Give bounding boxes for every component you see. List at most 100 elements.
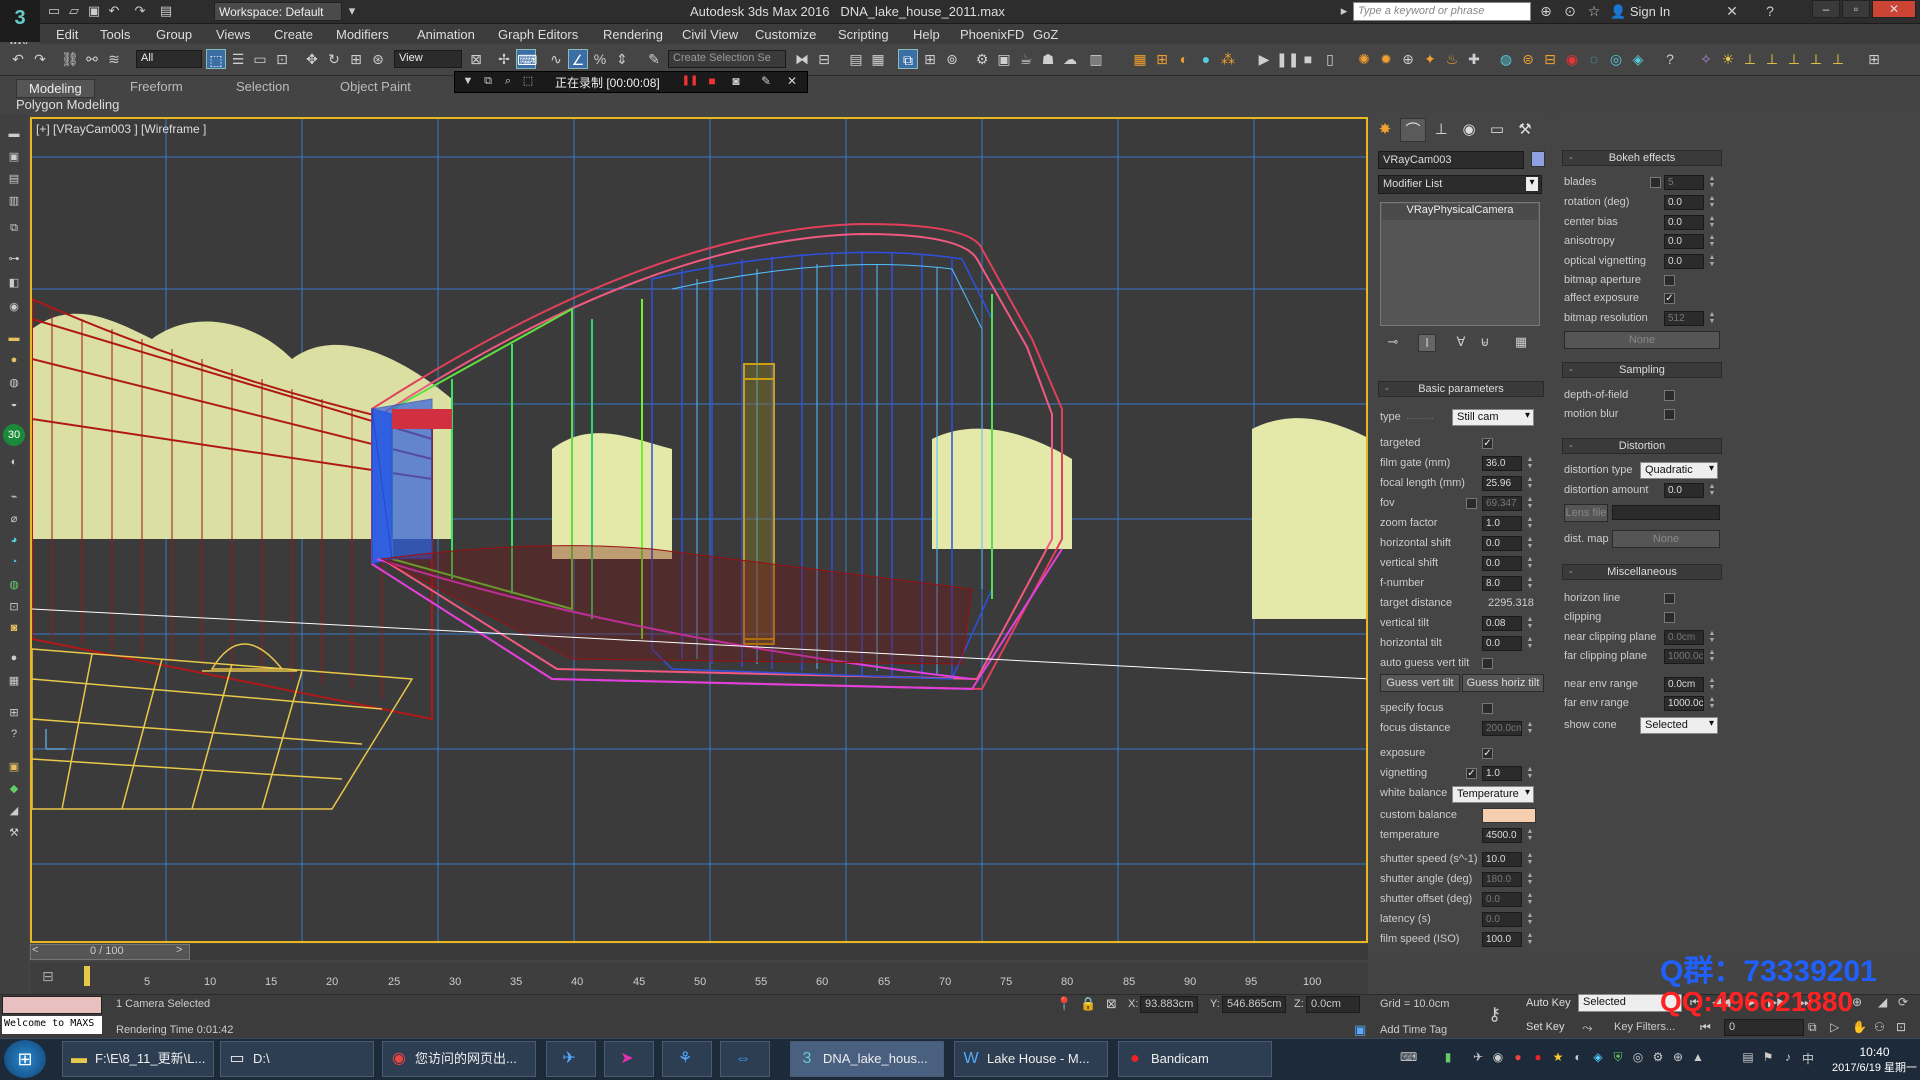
phoenix-source-icon[interactable]: ⊕ [1398,49,1418,69]
phoenix-fire-icon[interactable]: ✺ [1354,49,1374,69]
horizontal-tilt-input[interactable]: 0.0 [1482,636,1522,651]
distortion-rollout[interactable]: - Distortion [1562,438,1722,454]
tray-security-icon[interactable]: ⛨ [1610,1050,1626,1066]
phoenix-flame-icon[interactable]: ♨ [1442,49,1462,69]
blades-checkbox[interactable] [1650,177,1661,188]
menu-group[interactable]: Group [156,27,192,42]
viewport-camera[interactable] [30,117,1368,943]
z-coord-field[interactable]: 0.0cm [1306,996,1360,1013]
display-tab-icon[interactable]: ▭ [1484,118,1510,142]
field-of-view-icon[interactable]: ◢ [1878,995,1887,1009]
dolly-icon[interactable]: ▷ [1830,1020,1839,1034]
modifier-stack[interactable] [1380,202,1540,326]
shutter-angle-spinner[interactable]: ▲ ▼ [1526,872,1534,887]
task-3dsmax[interactable]: 3 DNA_lake_hous... [790,1041,944,1077]
zoom-extents-icon[interactable]: ⊕ [1852,995,1862,1009]
percent-snap-icon[interactable]: % [590,49,610,69]
menu-views[interactable]: Views [216,27,250,42]
far-clipping-input[interactable]: 1000.0c [1664,649,1704,664]
bitmap-resolution-input[interactable]: 512 [1664,311,1704,326]
key-filters-button[interactable]: Key Filters... [1614,1021,1675,1033]
vray-plane-icon[interactable]: ⊟ [1540,49,1560,69]
menu-phoenixfd[interactable]: PhoenixFD [960,27,1024,42]
subscription-icon[interactable]: ⊙ [1560,2,1580,21]
align-icon[interactable]: ⊟ [814,49,834,69]
strip-icon-18[interactable]: ◔ [5,556,23,572]
schematic-view-icon[interactable]: ⊞ [920,49,940,69]
current-frame-field[interactable]: 0 [1724,1019,1804,1036]
maximize-viewport-icon[interactable]: ⊡ [1896,1020,1906,1034]
menu-civil-view[interactable]: Civil View [682,27,738,42]
tray-app-3-icon[interactable]: ● [1510,1050,1526,1066]
clear-icon[interactable]: ▯ [1320,49,1340,69]
reference-coord-dropdown[interactable]: View [394,50,462,68]
strip-icon-28[interactable]: ◢ [5,804,23,820]
utilities-tab-icon[interactable]: ⚒ [1512,118,1538,142]
vray-fur-icon[interactable]: ⊜ [1518,49,1538,69]
add-time-tag[interactable]: Add Time Tag [1380,1024,1447,1036]
distortion-amount-spinner[interactable]: ▲ ▼ [1708,483,1716,498]
task-explorer-2[interactable]: ▭ D:\ [220,1041,374,1077]
vignetting-input[interactable]: 1.0 [1482,766,1522,781]
task-browser[interactable]: ◉ 您访问的网页出... [382,1041,536,1077]
fov-spinner[interactable]: ▲ ▼ [1526,496,1534,511]
recorder-pause-icon[interactable]: ❚❚ [680,71,700,91]
strip-icon-19[interactable]: ◍ [5,578,23,594]
f-number-input[interactable]: 8.0 [1482,576,1522,591]
toggle-ribbon-icon[interactable]: ▦ [868,49,888,69]
new-file-icon[interactable]: ▭ [46,3,62,19]
strip-icon-26[interactable]: ▣ [5,760,23,776]
tab-selection[interactable]: Selection [236,79,289,94]
vertical-shift-spinner[interactable]: ▲ ▼ [1526,556,1534,571]
horizon-line-checkbox[interactable] [1664,593,1675,604]
stack-item-vrayphysicalcamera[interactable]: VRayPhysicalCamera [1382,204,1538,220]
focal-length-input[interactable]: 25.96 [1482,476,1522,491]
recorder-camera-icon[interactable]: ◙ [726,71,746,91]
near-env-range-spinner[interactable]: ▲ ▼ [1708,677,1716,692]
tray-app-7-icon[interactable]: ◈ [1590,1050,1606,1066]
search-input[interactable]: Type a keyword or phrase [1353,2,1531,21]
bokeh-bitmap-none-button[interactable]: None [1564,331,1720,349]
walkthrough-icon[interactable]: ⚇ [1874,1020,1885,1034]
distortion-type-dropdown[interactable]: Quadratic [1640,462,1718,479]
custom-balance-swatch[interactable] [1482,808,1536,823]
strip-icon-21[interactable]: ◙ [5,622,23,638]
rotation-input[interactable]: 0.0 [1664,195,1704,210]
light-lister-icon[interactable]: ☀ [1718,49,1738,69]
specify-focus-checkbox[interactable] [1482,703,1493,714]
task-bandicam[interactable]: ● Bandicam [1118,1041,1272,1077]
guess-vert-tilt-button[interactable]: Guess vert tilt [1380,674,1460,692]
shutter-speed-input[interactable]: 10.0 [1482,852,1522,867]
orbit-icon[interactable]: ⟳ [1898,995,1908,1009]
key-icon[interactable]: ⚷ [1488,1004,1501,1025]
select-by-name-icon[interactable]: ☰ [228,49,248,69]
auto-key-button[interactable]: Auto Key [1526,997,1571,1009]
vray-cam-icon[interactable]: ◈ [1628,49,1648,69]
menu-graph-editors[interactable]: Graph Editors [498,27,578,42]
tray-app-6-icon[interactable]: ◐ [1570,1050,1586,1066]
tray-network-icon[interactable]: ▤ [1740,1050,1756,1066]
y-coord-field[interactable]: 546.865cm [1222,996,1286,1013]
x-coord-field[interactable]: 93.883cm [1140,996,1198,1013]
light-3-icon[interactable]: ⊥ [1784,49,1804,69]
affect-exposure-checkbox[interactable]: ✓ [1664,293,1675,304]
vray-light-icon[interactable]: ◐ [1174,49,1194,69]
shutter-offset-spinner[interactable]: ▲ ▼ [1526,892,1534,907]
camera-type-dropdown[interactable]: Still cam [1452,409,1534,426]
blades-spinner[interactable]: ▲ ▼ [1708,175,1716,190]
near-clipping-spinner[interactable]: ▲ ▼ [1708,630,1716,645]
vignetting-checkbox[interactable]: ✓ [1466,768,1477,779]
task-app-3[interactable]: ⚘ [662,1041,712,1077]
time-prev-icon[interactable]: < [32,944,38,956]
redo-icon[interactable]: ↷ [132,3,148,19]
targeted-checkbox[interactable]: ✓ [1482,438,1493,449]
pivot-center-icon[interactable]: ⊠ [466,49,486,69]
absolute-mode-icon[interactable]: ⊠ [1106,996,1117,1012]
tray-app-1-icon[interactable]: ✈ [1470,1050,1486,1066]
strip-icon-14[interactable]: ◐ [5,456,23,472]
scale-icon[interactable]: ⊞ [346,49,366,69]
latency-spinner[interactable]: ▲ ▼ [1526,912,1534,927]
hierarchy-tab-icon[interactable]: ⊥ [1428,118,1454,142]
strip-box-icon[interactable]: ▬ [5,332,23,348]
recorder-menu-icon[interactable]: ▼ [458,71,478,91]
